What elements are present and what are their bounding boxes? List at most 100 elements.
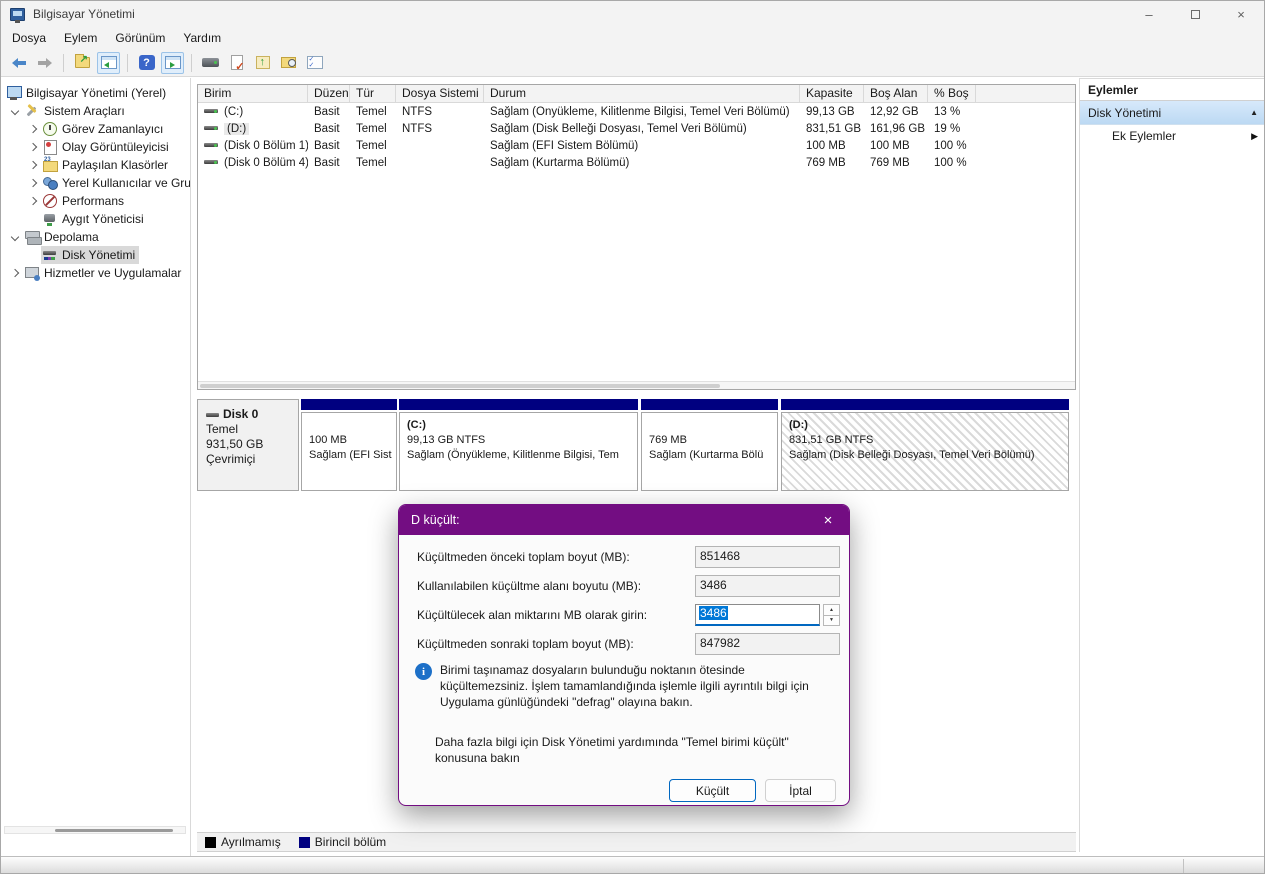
window-title: Bilgisayar Yönetimi [33,7,135,21]
disk0-info-panel[interactable]: Disk 0 Temel 931,50 GB Çevrimiçi [197,399,299,491]
partition-recovery[interactable]: 769 MB Sağlam (Kurtarma Bölü [641,399,778,491]
menu-eylem[interactable]: Eylem [55,29,106,47]
export-folder-icon[interactable]: ↗ [71,52,94,74]
partition-d-selected[interactable]: (D:) 831,51 GB NTFS Sağlam (Disk Belleği… [781,399,1069,491]
field-available-shrink: 3486 [695,575,840,597]
show-action-pane-icon[interactable] [161,51,184,74]
tree-item-services-applications[interactable]: Hizmetler ve Uygulamalar [1,264,190,282]
maximize-button[interactable] [1172,1,1218,27]
volume-list-horizontal-scrollbar[interactable] [198,381,1075,389]
partition-color-bar [781,399,1069,410]
title-bar: Bilgisayar Yönetimi – × [1,1,1264,27]
tree-item-system-tools[interactable]: Sistem Araçları [1,102,190,120]
shrink-amount-stepper: ▲ ▼ [823,604,840,626]
tree-item-computer-management[interactable]: Bilgisayar Yönetimi (Yerel) [1,84,190,102]
spinner-up-icon[interactable]: ▲ [823,604,840,616]
column-header-dosya-sistemi[interactable]: Dosya Sistemi [396,85,484,102]
chevron-right-icon[interactable] [7,268,23,278]
computer-management-window: Bilgisayar Yönetimi – × Dosya Eylem Görü… [0,0,1265,874]
tools-icon [24,103,40,119]
tree-item-task-scheduler[interactable]: Görev Zamanlayıcı [1,120,190,138]
tree-item-disk-management[interactable]: Disk Yönetimi [1,246,190,264]
minimize-button[interactable]: – [1126,1,1172,27]
actions-item-ek-eylemler[interactable]: Ek Eylemler ▶ [1080,125,1264,147]
collapse-icon[interactable]: ▲ [1250,108,1258,117]
forward-icon[interactable] [33,52,56,74]
toolbar-separator [191,53,192,72]
field-label-available-shrink: Kullanılabilen küçültme alanı boyutu (MB… [417,579,642,593]
disk-size: 931,50 GB [206,437,264,451]
shrink-amount-input[interactable]: 3486 [695,604,820,626]
volume-row-d[interactable]: (D:) Basit Temel NTFS Sağlam (Disk Belle… [198,120,1075,137]
tree-item-performance[interactable]: Performans [1,192,190,210]
column-header-duzen[interactable]: Düzen [308,85,350,102]
tree-item-device-manager[interactable]: Aygıt Yöneticisi [1,210,190,228]
clock-icon [42,121,58,137]
shrink-button[interactable]: Küçült [669,779,756,802]
chevron-right-icon[interactable] [25,196,41,206]
volume-row-c[interactable]: (C:) Basit Temel NTFS Sağlam (Önyükleme,… [198,103,1075,120]
volume-list-pane: Birim Düzen Tür Dosya Sistemi Durum Kapa… [197,84,1076,390]
unallocated-swatch [205,836,216,848]
computer-icon [6,85,22,101]
field-total-before: 851468 [695,546,840,568]
upload-icon[interactable] [251,52,274,74]
volume-icon [204,126,218,131]
search-folder-icon[interactable] [277,52,300,74]
menu-yardim[interactable]: Yardım [174,29,230,47]
console-tree-pane: Bilgisayar Yönetimi (Yerel) Sistem Araçl… [1,78,191,856]
menu-bar: Dosya Eylem Görünüm Yardım [1,27,1264,49]
toolbar-separator [127,53,128,72]
column-header-bos-alan[interactable]: Boş Alan [864,85,928,102]
partition-efi[interactable]: 100 MB Sağlam (EFI Sist [301,399,397,491]
tree-item-local-users-groups[interactable]: Yerel Kullanıcılar ve Gru [1,174,190,192]
chevron-right-icon[interactable] [25,178,41,188]
tree-item-shared-folders[interactable]: Paylaşılan Klasörler [1,156,190,174]
column-header-birim[interactable]: Birim [198,85,308,102]
actions-pane-title: Eylemler [1080,79,1264,101]
column-header-kapasite[interactable]: Kapasite [800,85,864,102]
services-icon [24,265,40,281]
back-icon[interactable] [7,52,30,74]
chevron-right-icon[interactable] [25,160,41,170]
column-header-durum[interactable]: Durum [484,85,800,102]
chevron-down-icon[interactable] [7,232,23,242]
event-viewer-icon [42,139,58,155]
validate-document-icon[interactable] [225,52,248,74]
disk-type: Temel [206,422,239,436]
partition-c[interactable]: (C:) 99,13 GB NTFS Sağlam (Önyükleme, Ki… [399,399,638,491]
show-console-tree-icon[interactable] [97,51,120,74]
volume-row-partition1[interactable]: (Disk 0 Bölüm 1) Basit Temel Sağlam (EFI… [198,137,1075,154]
device-icon[interactable] [199,52,222,74]
spinner-down-icon[interactable]: ▼ [823,615,840,626]
sidebar-horizontal-scrollbar[interactable] [4,826,186,834]
disk-icon [206,412,219,417]
status-bar [1,856,1264,873]
actions-group-disk-management[interactable]: Disk Yönetimi ▲ [1080,101,1264,125]
column-header-yuzde-bos[interactable]: % Boş [928,85,976,102]
volume-icon [204,160,218,165]
volume-icon [204,143,218,148]
dialog-title: D küçült: [399,505,849,535]
chevron-right-icon[interactable] [25,124,41,134]
checklist-icon[interactable]: ✓ ✓ [303,52,326,74]
toolbar: ↗ ? ✓✓ [1,49,1264,77]
chevron-down-icon[interactable] [7,106,23,116]
device-manager-icon [42,211,58,227]
menu-dosya[interactable]: Dosya [3,29,55,47]
field-label-shrink-amount: Küçültülecek alan miktarını MB olarak gi… [417,608,648,622]
help-icon[interactable]: ? [135,52,158,74]
tree-item-storage[interactable]: Depolama [1,228,190,246]
partition-color-bar [399,399,638,410]
menu-gorunum[interactable]: Görünüm [106,29,174,47]
close-button[interactable]: × [1218,1,1264,27]
disk-management-icon [42,247,58,263]
legend-unallocated: Ayrılmamış [205,835,281,849]
dialog-close-icon[interactable]: × [807,505,849,535]
cancel-button[interactable]: İptal [765,779,836,802]
info-icon: i [415,663,432,680]
chevron-right-icon[interactable] [25,142,41,152]
tree-item-event-viewer[interactable]: Olay Görüntüleyicisi [1,138,190,156]
column-header-tur[interactable]: Tür [350,85,396,102]
volume-row-partition4[interactable]: (Disk 0 Bölüm 4) Basit Temel Sağlam (Kur… [198,154,1075,171]
